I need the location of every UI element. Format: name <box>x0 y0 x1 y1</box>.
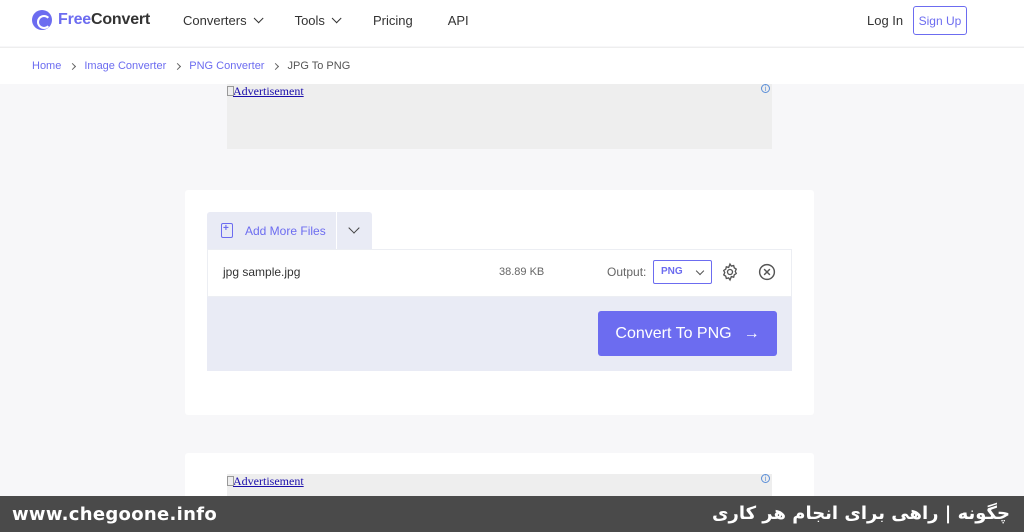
file-row: jpg sample.jpg 38.89 KB Output: PNG <box>207 249 792 297</box>
advertisement-bottom: Advertisement i <box>227 474 772 496</box>
nav-api[interactable]: API <box>448 13 469 28</box>
ad-info-icon[interactable]: i <box>761 84 770 93</box>
login-link[interactable]: Log In <box>867 13 903 28</box>
top-header: FreeConvert Converters Tools Pricing API… <box>0 0 1024 46</box>
nav-pricing[interactable]: Pricing <box>373 13 413 28</box>
close-icon[interactable] <box>758 263 776 281</box>
convert-button-label: Convert To PNG <box>615 324 732 342</box>
breadcrumb-png-converter[interactable]: PNG Converter <box>189 60 264 72</box>
breadcrumb: Home Image Converter PNG Converter JPG T… <box>0 47 1024 84</box>
advertisement-link[interactable]: Advertisement <box>227 474 304 489</box>
watermark-site: www.chegoone.info <box>12 504 218 525</box>
chevron-down-icon <box>331 13 342 24</box>
breadcrumb-home[interactable]: Home <box>32 60 61 72</box>
chevron-right-icon <box>272 62 280 70</box>
advertisement-link[interactable]: Advertisement <box>227 84 304 99</box>
file-size: 38.89 KB <box>499 266 545 278</box>
signup-button[interactable]: Sign Up <box>913 6 967 35</box>
output-label: Output: <box>607 265 647 279</box>
chevron-right-icon <box>69 62 77 70</box>
nav-converters[interactable]: Converters <box>183 13 264 28</box>
logo[interactable]: FreeConvert <box>32 10 150 30</box>
watermark-tagline: چگونه | راهی برای انجام هر کاری <box>711 503 1010 524</box>
add-files-dropdown[interactable] <box>337 212 372 249</box>
convert-button[interactable]: Convert To PNG → <box>598 311 777 356</box>
breadcrumb-current: JPG To PNG <box>287 60 351 72</box>
ad-info-icon[interactable]: i <box>761 474 770 483</box>
logo-text: FreeConvert <box>58 11 151 28</box>
add-more-files-label: Add More Files <box>245 223 326 238</box>
nav-tools[interactable]: Tools <box>295 13 342 28</box>
chevron-down-icon <box>253 13 264 24</box>
watermark-bar: www.chegoone.info چگونه | راهی برای انجا… <box>0 496 1024 532</box>
convert-area: Convert To PNG → <box>207 297 792 371</box>
chevron-right-icon <box>174 62 182 70</box>
advertisement-top: Advertisement i <box>227 84 772 149</box>
breadcrumb-image-converter[interactable]: Image Converter <box>84 60 166 72</box>
add-file-icon <box>221 223 233 238</box>
logo-icon <box>32 10 52 30</box>
output-format-select[interactable]: PNG <box>653 260 712 284</box>
file-name: jpg sample.jpg <box>223 265 301 279</box>
main-nav: Converters Tools Pricing API <box>183 13 504 28</box>
arrow-right-icon: → <box>743 324 760 342</box>
converter-card: Add More Files jpg sample.jpg 38.89 KB O… <box>185 190 814 415</box>
gear-icon[interactable] <box>720 262 740 282</box>
add-more-files-button[interactable]: Add More Files <box>207 212 336 249</box>
